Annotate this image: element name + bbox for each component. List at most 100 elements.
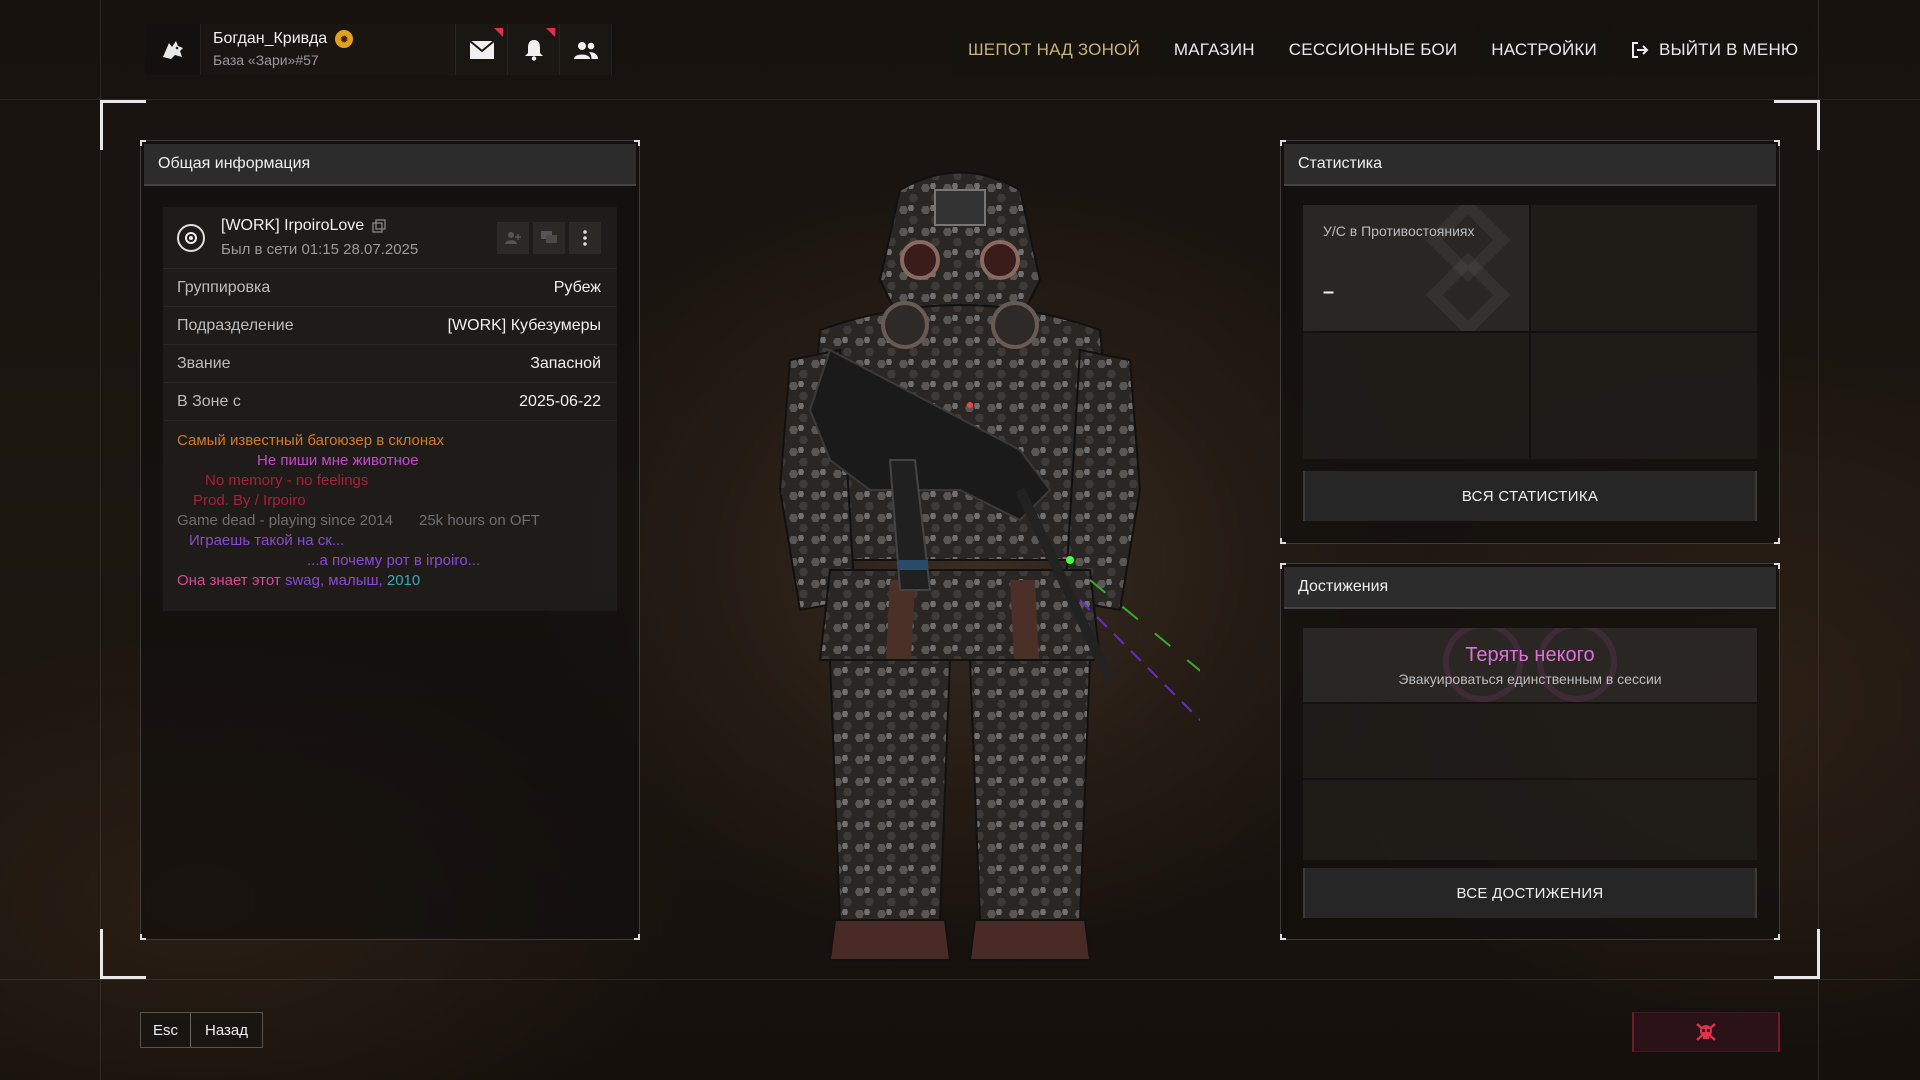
panel-tick — [1774, 140, 1780, 146]
bio-text: 2010 — [386, 572, 421, 589]
frame-line-top — [0, 99, 1920, 100]
bio-line: Game dead - playing since 2014 25k hours … — [177, 511, 603, 531]
frame-line-left — [100, 0, 101, 1080]
more-icon — [583, 229, 587, 246]
row-value[interactable]: [WORK] Кубезумеры — [448, 317, 601, 335]
mail-notification-dot — [494, 28, 503, 37]
faction-emblem-icon — [177, 223, 205, 252]
mail-button[interactable] — [456, 24, 508, 75]
achievements-title: Достижения — [1284, 567, 1776, 609]
row-value: Рубеж — [553, 278, 601, 296]
last-seen: Был в сети 01:15 28.07.2025 — [221, 241, 419, 258]
row-label: Группировка — [177, 278, 271, 296]
row-label: Подразделение — [177, 316, 294, 334]
bell-icon — [524, 39, 543, 61]
player-base: База «Зари»#57 — [213, 52, 319, 68]
panel-tick — [1280, 934, 1286, 940]
chat-icon — [541, 230, 557, 243]
player-bar: Богдан_Кривда ✹ База «Зари»#57 — [145, 24, 615, 75]
achievement-desc: Эвакуироваться единственным в сессии — [1398, 670, 1662, 687]
frame-corner-br — [1774, 929, 1820, 979]
top-nav: ШЕПОТ НАД ЗОНОЙ МАГАЗИН СЕССИОННЫЕ БОИ Н… — [952, 24, 1815, 76]
character-model — [778, 171, 1200, 961]
skull-crossbones-icon — [1696, 1023, 1716, 1041]
stat-cell-kd: У/С в Противостояниях – — [1303, 205, 1529, 331]
mail-icon — [468, 39, 495, 59]
row-unit: Подразделение [WORK] Кубезумеры — [163, 307, 617, 345]
stat-cell-empty — [1531, 333, 1757, 459]
danger-button[interactable] — [1632, 1012, 1780, 1052]
add-friend-icon — [505, 231, 521, 244]
player-info[interactable]: Богдан_Кривда ✹ База «Зари»#57 — [201, 24, 456, 75]
all-statistics-button[interactable]: ВСЯ СТАТИСТИКА — [1303, 471, 1757, 521]
bio-line: No memory - no feelings — [205, 472, 369, 489]
bio-text: swag, малыш, — [284, 572, 387, 589]
add-friend-button[interactable] — [497, 221, 529, 254]
general-info-panel: Общая информация [WORK] IrpoiroLove Был … — [140, 140, 640, 940]
stat-kd-value: – — [1323, 281, 1335, 303]
achievement-title: Терять некого — [1465, 643, 1595, 666]
esc-key: Esc — [141, 1013, 192, 1047]
bio-line: Самый известный багоюзер в склонах — [177, 432, 445, 449]
frame-corner-tr — [1774, 100, 1820, 150]
general-info-title: Общая информация — [144, 144, 636, 186]
nav-settings[interactable]: НАСТРОЙКИ — [1475, 24, 1613, 76]
statistics-title: Статистика — [1284, 144, 1776, 186]
panel-tick — [634, 934, 640, 940]
panel-tick — [634, 140, 640, 146]
nav-session-battles[interactable]: СЕССИОННЫЕ БОИ — [1272, 24, 1474, 76]
achievement-list: Терять некого Эвакуироваться единственны… — [1303, 628, 1757, 862]
friends-icon — [573, 41, 598, 59]
all-achievements-button[interactable]: ВСЕ ДОСТИЖЕНИЯ — [1303, 868, 1757, 918]
achievement-item[interactable]: Терять некого Эвакуироваться единственны… — [1303, 628, 1757, 702]
stat-kd-label: У/С в Противостояниях — [1323, 223, 1475, 239]
achievement-slot-empty — [1303, 704, 1757, 778]
nav-whisper-over-zone[interactable]: ШЕПОТ НАД ЗОНОЙ — [952, 24, 1156, 76]
row-rank: Звание Запасной — [163, 345, 617, 383]
bio-text: Она знает этот — [177, 572, 285, 589]
friends-button[interactable] — [560, 24, 612, 75]
stat-cell-empty — [1303, 333, 1529, 459]
exit-label: ВЫЙТИ В МЕНЮ — [1658, 40, 1799, 59]
panel-tick — [140, 934, 146, 940]
more-button[interactable] — [569, 221, 601, 254]
wolf-logo-icon[interactable] — [145, 24, 201, 75]
notifications-button[interactable] — [508, 24, 560, 75]
bio-line: Она знает этот swag, малыш, 2010 — [177, 571, 603, 591]
bio-text: 25k hours on OFT — [418, 512, 540, 529]
bio-line: ...а почему рот в irpoiro... — [307, 552, 481, 569]
back-control[interactable]: Esc Назад — [140, 1012, 263, 1048]
row-in-zone-since: В Зоне с 2025-06-22 — [163, 383, 617, 421]
profile-user-row: [WORK] IrpoiroLove Был в сети 01:15 28.0… — [163, 207, 617, 269]
chat-button[interactable] — [533, 221, 565, 254]
nav-shop[interactable]: МАГАЗИН — [1157, 24, 1271, 76]
row-value: 2025-06-22 — [519, 392, 601, 410]
achievements-panel: Достижения Терять некого Эвакуироваться … — [1280, 563, 1780, 940]
panel-tick — [1280, 538, 1286, 544]
panel-tick — [140, 140, 146, 146]
achievement-slot-empty — [1303, 780, 1757, 860]
bio-line: Prod. By / Irpoiro — [193, 492, 306, 509]
row-label: Звание — [177, 354, 231, 372]
stat-cell-empty — [1531, 205, 1757, 331]
row-label: В Зоне с — [177, 392, 241, 410]
panel-tick — [1774, 563, 1780, 569]
exit-icon — [1631, 42, 1649, 58]
profile-card: [WORK] IrpoiroLove Был в сети 01:15 28.0… — [163, 207, 617, 611]
profile-nick: [WORK] IrpoiroLove — [221, 217, 365, 234]
bio-line: Не пиши мне животное — [257, 452, 419, 469]
medal-icon: ✹ — [335, 30, 354, 48]
nav-exit-to-menu[interactable]: ВЫЙТИ В МЕНЮ — [1614, 24, 1815, 76]
panel-tick — [1774, 538, 1780, 544]
bio-line: Играешь такой на ск... — [189, 532, 345, 549]
panel-tick — [1280, 563, 1286, 569]
profile-bio: Самый известный багоюзер в склонах Не пи… — [163, 421, 617, 611]
player-name: Богдан_Кривда — [213, 30, 328, 47]
statistics-panel: Статистика У/С в Противостояниях – ВСЯ С… — [1280, 140, 1780, 544]
panel-tick — [1280, 140, 1286, 146]
bio-text: Game dead - playing since 2014 — [177, 512, 393, 529]
row-value: Запасной — [530, 354, 601, 372]
copy-icon[interactable] — [372, 219, 386, 233]
back-label: Назад — [191, 1013, 262, 1047]
panel-tick — [1774, 934, 1780, 940]
